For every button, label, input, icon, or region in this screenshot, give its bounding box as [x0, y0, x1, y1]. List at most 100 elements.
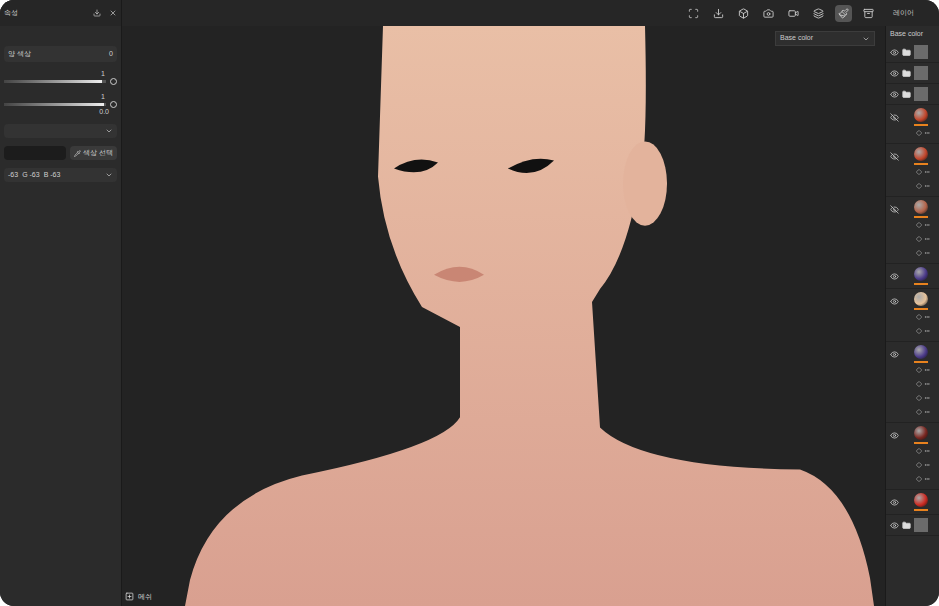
- brush-icon: [838, 8, 849, 19]
- effect-row[interactable]: [886, 165, 939, 179]
- layer-row[interactable]: [886, 289, 939, 342]
- download-icon[interactable]: [93, 9, 101, 17]
- effect-row[interactable]: [886, 391, 939, 405]
- eye-icon[interactable]: [890, 69, 899, 78]
- properties-panel: 속성양 색상0 1 10.0 색상 선택 -63 G -63 B -63: [0, 0, 122, 606]
- eye-icon[interactable]: [890, 272, 899, 281]
- chevron-down-icon: [862, 35, 870, 43]
- layer-row[interactable]: [886, 342, 939, 423]
- close-icon[interactable]: [109, 9, 117, 17]
- more-icon: [924, 409, 930, 415]
- rgb-row[interactable]: -63 G -63 B -63: [4, 168, 117, 182]
- effect-icon: [916, 448, 922, 454]
- effect-row[interactable]: [886, 126, 939, 140]
- layer-row[interactable]: [886, 63, 939, 84]
- material-ball: [914, 108, 928, 122]
- layer-row[interactable]: [886, 144, 939, 197]
- tool-button[interactable]: [760, 5, 777, 22]
- effect-icon: [916, 367, 922, 373]
- layer-row[interactable]: [886, 515, 939, 536]
- folder-icon: [902, 521, 911, 530]
- layer-thumbnail: [914, 87, 928, 101]
- effect-row[interactable]: [886, 232, 939, 246]
- eye-icon[interactable]: [890, 297, 899, 306]
- import-icon: [713, 8, 724, 19]
- effect-icon: [916, 222, 922, 228]
- eye-off-icon[interactable]: [890, 205, 899, 214]
- panel-title: 속성: [4, 8, 18, 19]
- eye-icon[interactable]: [890, 350, 899, 359]
- layer-row[interactable]: [886, 197, 939, 264]
- archive-icon: [863, 8, 874, 19]
- effect-row[interactable]: [886, 458, 939, 472]
- add-icon: [125, 592, 134, 601]
- layer-row[interactable]: [886, 105, 939, 144]
- scan-icon: [688, 8, 699, 19]
- effect-row[interactable]: [886, 405, 939, 419]
- layer-row[interactable]: [886, 490, 939, 515]
- effect-row[interactable]: [886, 179, 939, 193]
- effect-row[interactable]: [886, 310, 939, 324]
- tool-button[interactable]: [685, 5, 702, 22]
- slider-row[interactable]: 10.0: [4, 93, 117, 116]
- more-icon: [924, 250, 930, 256]
- tool-button[interactable]: [860, 5, 877, 22]
- more-icon: [924, 476, 930, 482]
- layers-title: 레이어: [885, 8, 935, 19]
- effect-icon: [916, 314, 922, 320]
- effect-row[interactable]: [886, 324, 939, 338]
- box-icon: [738, 8, 749, 19]
- layer-row[interactable]: [886, 423, 939, 490]
- more-icon: [924, 183, 930, 189]
- slider-handle[interactable]: [110, 101, 117, 108]
- rgb-value[interactable]: -63: [8, 170, 18, 181]
- folder-icon: [902, 90, 911, 99]
- eye-icon[interactable]: [890, 521, 899, 530]
- more-icon: [924, 314, 930, 320]
- dropdown[interactable]: [4, 124, 117, 138]
- layer-thumbnail: [914, 518, 928, 532]
- tool-button[interactable]: [810, 5, 827, 22]
- color-field[interactable]: [4, 146, 66, 160]
- effect-row[interactable]: [886, 444, 939, 458]
- layer-thumbnail: [914, 66, 928, 80]
- layers-panel: Base color: [885, 26, 939, 606]
- tool-button[interactable]: [835, 5, 852, 22]
- eye-off-icon[interactable]: [890, 152, 899, 161]
- eye-icon[interactable]: [890, 498, 899, 507]
- eye-icon[interactable]: [890, 48, 899, 57]
- channel-label[interactable]: Base color: [886, 26, 939, 42]
- rgb-value[interactable]: G -63: [22, 170, 40, 181]
- layer-row[interactable]: [886, 42, 939, 63]
- tool-button[interactable]: [735, 5, 752, 22]
- rgb-value[interactable]: B -63: [44, 170, 61, 181]
- layer-row[interactable]: [886, 264, 939, 289]
- mesh-label[interactable]: 메쉬: [125, 592, 152, 603]
- tool-button[interactable]: [710, 5, 727, 22]
- layer-row[interactable]: [886, 84, 939, 105]
- video-icon: [788, 8, 799, 19]
- layer-thumbnail: [914, 45, 928, 59]
- viewport[interactable]: Base color 메쉬: [122, 26, 885, 606]
- channel-dropdown[interactable]: Base color: [775, 31, 875, 46]
- slider-row[interactable]: 1: [4, 70, 117, 85]
- material-ball: [914, 426, 928, 440]
- effect-icon: [916, 183, 922, 189]
- tool-button[interactable]: [785, 5, 802, 22]
- eye-icon[interactable]: [890, 431, 899, 440]
- more-icon: [924, 462, 930, 468]
- effect-icon: [916, 130, 922, 136]
- toolbar: 레이어: [122, 0, 939, 26]
- effect-row[interactable]: [886, 246, 939, 260]
- eye-off-icon[interactable]: [890, 113, 899, 122]
- pick-color-button[interactable]: 색상 선택: [70, 146, 117, 160]
- more-icon: [924, 448, 930, 454]
- effect-row[interactable]: [886, 363, 939, 377]
- effect-row[interactable]: [886, 218, 939, 232]
- effect-row[interactable]: [886, 377, 939, 391]
- effect-row[interactable]: [886, 472, 939, 486]
- property-row[interactable]: 양 색상0: [4, 46, 117, 62]
- effect-icon: [916, 328, 922, 334]
- eye-icon[interactable]: [890, 90, 899, 99]
- slider-handle[interactable]: [110, 78, 117, 85]
